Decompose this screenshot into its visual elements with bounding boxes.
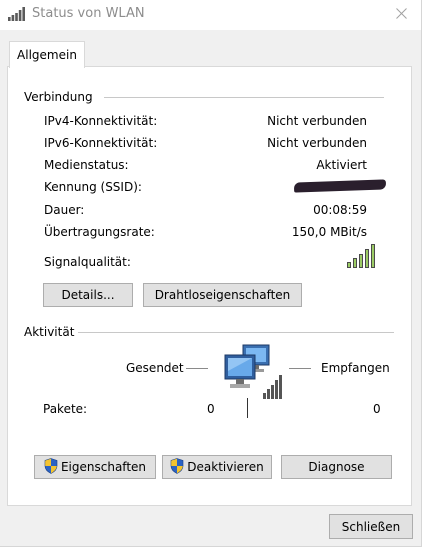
ipv6-value: Nicht verbunden (267, 136, 367, 150)
wlan-status-window: Status von WLAN Allgemein Verbindung IPv… (0, 0, 422, 547)
properties-button[interactable]: Eigenschaften (34, 455, 156, 479)
disable-button[interactable]: Deaktivieren (162, 455, 272, 479)
uac-shield-icon (170, 457, 184, 477)
activity-divider (78, 332, 394, 333)
media-status-value: Aktiviert (316, 158, 367, 172)
received-label: Empfangen (321, 361, 390, 375)
uac-shield-icon (44, 457, 58, 477)
ipv4-label: IPv4-Konnektivität: (44, 114, 158, 128)
activity-heading: Aktivität (24, 325, 75, 339)
duration-label: Dauer: (44, 203, 85, 217)
duration-value: 00:08:59 (313, 203, 367, 217)
connection-divider (104, 97, 384, 98)
disable-button-label: Deaktivieren (187, 460, 264, 474)
diagnose-button[interactable]: Diagnose (281, 455, 392, 479)
media-status-label: Medienstatus: (44, 158, 129, 172)
tab-label: Allgemein (17, 48, 77, 62)
close-icon (395, 8, 407, 22)
tab-panel-general: Verbindung IPv4-Konnektivität: Nicht ver… (7, 66, 412, 506)
title-bar: Status von WLAN (0, 0, 421, 30)
received-line (289, 368, 311, 369)
sent-line (186, 368, 208, 369)
packets-sent-value: 0 (207, 402, 215, 416)
signal-strength-icon (347, 244, 377, 271)
close-button[interactable]: Schließen (329, 514, 413, 539)
wifi-signal-icon (8, 7, 28, 24)
ipv6-label: IPv6-Konnektivität: (44, 136, 158, 150)
ssid-label: Kennung (SSID): (44, 180, 142, 194)
signal-quality-label: Signalqualität: (44, 255, 131, 269)
activity-separator (247, 398, 248, 418)
ipv4-value: Nicht verbunden (267, 114, 367, 128)
transfer-rate-label: Übertragungsrate: (44, 225, 155, 239)
sent-label: Gesendet (126, 361, 184, 375)
packets-received-value: 0 (373, 402, 381, 416)
window-title: Status von WLAN (32, 6, 145, 21)
properties-button-label: Eigenschaften (60, 460, 147, 474)
tab-allgemein[interactable]: Allgemein (9, 41, 85, 68)
close-window-button[interactable] (381, 0, 421, 30)
network-computers-icon (221, 341, 285, 406)
transfer-rate-value: 150,0 MBit/s (291, 225, 367, 239)
details-button[interactable]: Details... (43, 283, 133, 307)
wireless-properties-button[interactable]: Drahtloseigenschaften (143, 283, 302, 307)
packets-label: Pakete: (43, 402, 88, 416)
connection-heading: Verbindung (24, 90, 93, 104)
